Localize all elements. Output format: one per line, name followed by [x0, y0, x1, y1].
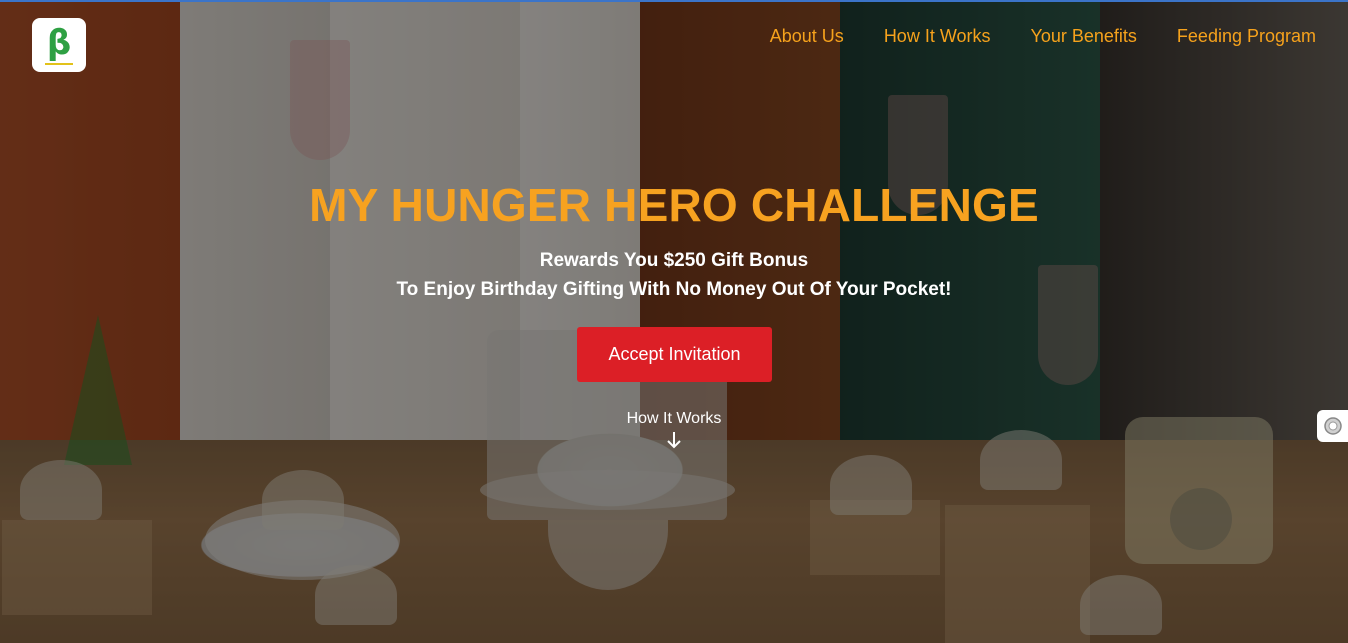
- how-it-works-label: How It Works: [626, 410, 722, 427]
- top-border: [0, 0, 1348, 2]
- arrow-down-icon: [667, 432, 681, 449]
- how-it-works-link[interactable]: How It Works: [0, 410, 1348, 450]
- nav-about-us[interactable]: About Us: [770, 26, 844, 47]
- main-nav: About Us How It Works Your Benefits Feed…: [770, 26, 1316, 47]
- hero-subtitle-line1: Rewards You $250 Gift Bonus: [539, 250, 809, 271]
- nav-feeding-program[interactable]: Feeding Program: [1177, 26, 1316, 47]
- widget-icon: [1323, 417, 1342, 435]
- dark-overlay: [0, 0, 1348, 643]
- hero-subtitle-line2: To Enjoy Birthday Gifting With No Money …: [396, 279, 952, 300]
- hero-background-image: [0, 0, 1348, 643]
- site-logo[interactable]: β: [32, 18, 86, 72]
- side-widget-button[interactable]: [1317, 410, 1348, 442]
- logo-mark: β: [46, 22, 72, 63]
- logo-underline: [45, 62, 73, 65]
- nav-your-benefits[interactable]: Your Benefits: [1031, 26, 1137, 47]
- nav-how-it-works[interactable]: How It Works: [884, 26, 991, 47]
- hero-title: MY HUNGER HERO CHALLENGE: [309, 179, 1039, 231]
- accept-invitation-button[interactable]: Accept Invitation: [577, 327, 772, 382]
